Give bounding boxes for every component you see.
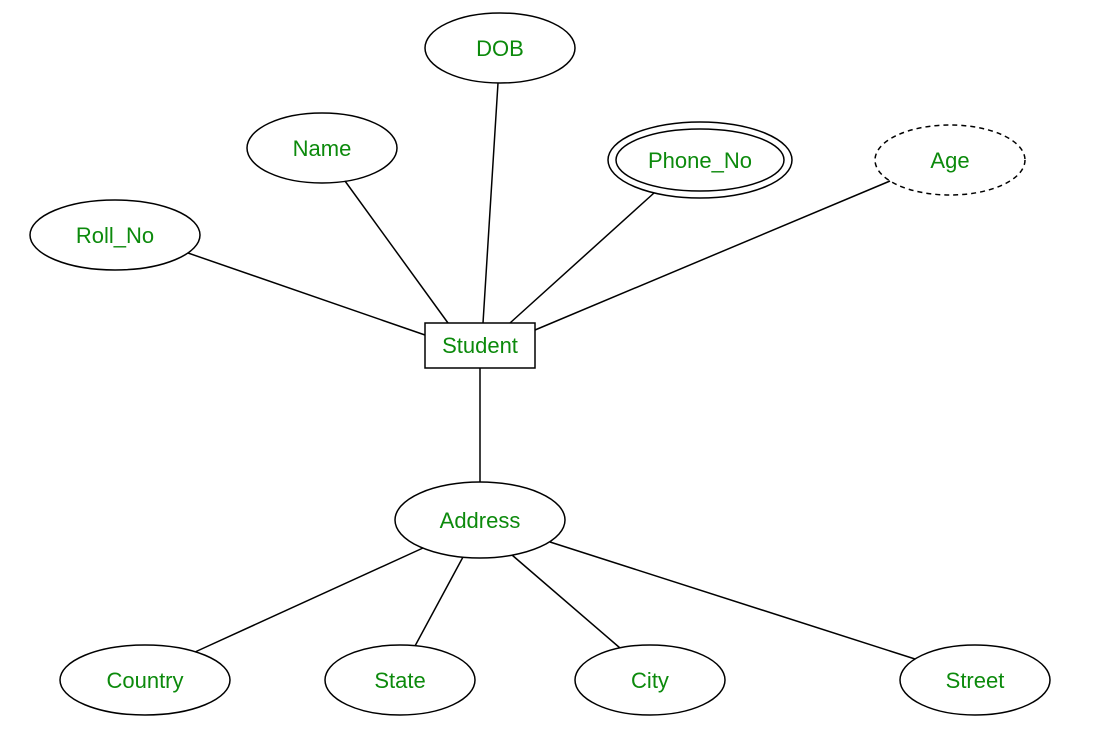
attr-phone-no-label: Phone_No	[648, 148, 752, 173]
attr-dob: DOB	[425, 13, 575, 83]
attr-street-label: Street	[946, 668, 1005, 693]
attr-address-label: Address	[440, 508, 521, 533]
edge-student-age	[535, 181, 890, 330]
attr-roll-no: Roll_No	[30, 200, 200, 270]
attr-name: Name	[247, 113, 397, 183]
edge-address-country	[195, 548, 423, 652]
attr-name-label: Name	[293, 136, 352, 161]
edge-address-state	[415, 557, 463, 646]
edge-student-name	[345, 181, 448, 323]
attr-age-label: Age	[930, 148, 969, 173]
entity-student: Student	[425, 323, 535, 368]
attr-age: Age	[875, 125, 1025, 195]
er-diagram-canvas: Student DOB Name Phone_No Age Roll_No Ad…	[0, 0, 1112, 753]
attr-address: Address	[395, 482, 565, 558]
attr-dob-label: DOB	[476, 36, 524, 61]
attr-country: Country	[60, 645, 230, 715]
attr-roll-no-label: Roll_No	[76, 223, 154, 248]
edge-student-rollno	[188, 253, 425, 335]
edge-address-city	[512, 555, 620, 648]
attr-street: Street	[900, 645, 1050, 715]
attr-country-label: Country	[106, 668, 183, 693]
edge-student-phone	[510, 193, 654, 323]
attr-state-label: State	[374, 668, 425, 693]
edge-student-dob	[483, 83, 498, 323]
attr-city: City	[575, 645, 725, 715]
edge-address-street	[550, 542, 915, 659]
attr-phone-no: Phone_No	[608, 122, 792, 198]
attr-city-label: City	[631, 668, 669, 693]
attr-state: State	[325, 645, 475, 715]
entity-student-label: Student	[442, 333, 518, 358]
